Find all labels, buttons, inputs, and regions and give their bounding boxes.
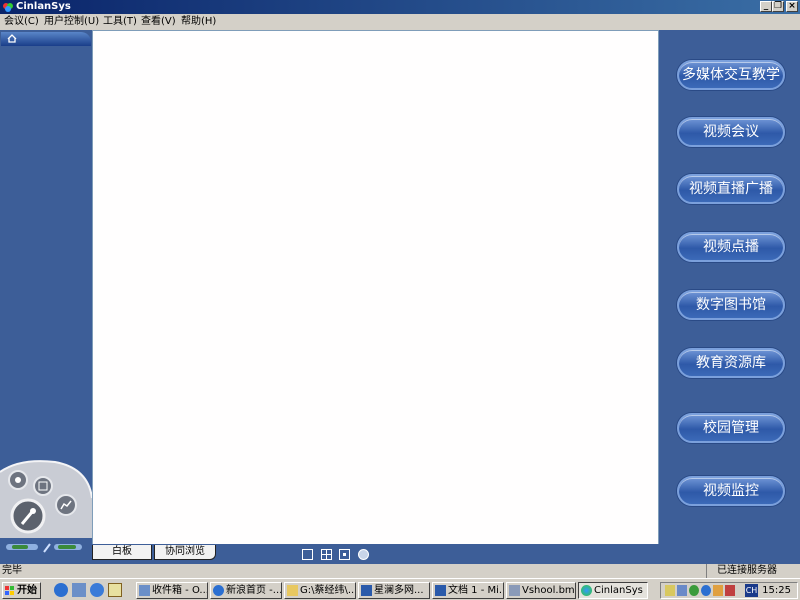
menu-meeting[interactable]: 会议(C) [4,15,39,29]
module-button-digital-library[interactable]: 数字图书馆 [677,290,785,320]
view-mode-group [302,549,373,562]
quad-view-icon[interactable] [320,549,332,560]
module-button-multimedia-teaching[interactable]: 多媒体交互教学 [677,60,785,90]
restore-button[interactable]: ❐ [772,1,784,12]
word-icon [361,585,372,596]
module-button-video-conference[interactable]: 视频会议 [677,117,785,147]
start-button[interactable]: 开始 [2,582,41,599]
module-button-education-resources[interactable]: 教育资源库 [677,348,785,378]
module-panel: 多媒体交互教学 视频会议 视频直播广播 视频点播 数字图书馆 教育资源库 校园管… [659,30,800,564]
menu-user-control[interactable]: 用户控制(U) [44,15,99,29]
messenger-icon[interactable] [689,585,699,596]
chart-icon[interactable] [55,494,77,516]
grid-icon[interactable] [33,476,53,496]
menu-bar: 会议(C) 用户控制(U) 工具(T) 查看(V) 帮助(H) [0,14,800,30]
antivirus-icon[interactable] [713,585,723,596]
module-button-video-surveillance[interactable]: 视频监控 [677,476,785,506]
info-icon[interactable] [90,583,104,597]
module-button-campus-management[interactable]: 校园管理 [677,413,785,443]
menu-tools[interactable]: 工具(T) [103,15,137,29]
camera-icon[interactable] [8,470,28,490]
system-tray: CH 15:25 [660,582,798,599]
image-icon [509,585,520,596]
menu-help[interactable]: 帮助(H) [181,15,216,29]
ie-icon[interactable] [54,583,68,597]
browser-icon [213,585,224,596]
tab-whiteboard[interactable]: 白板 [92,545,152,560]
clock[interactable]: 15:25 [762,583,791,598]
task-document[interactable]: 文档 1 - Mi... [432,582,504,599]
app-icon [3,3,13,12]
volume-icon[interactable] [677,585,687,596]
whiteboard-canvas[interactable] [92,30,659,545]
outlook-icon[interactable] [72,583,86,597]
task-cinlansys[interactable]: CinlanSys [578,582,648,599]
windows-logo-icon [5,586,14,595]
title-bar[interactable]: CinlanSys _ ❐ × [0,0,800,14]
folder-icon [287,585,298,596]
home-icon [7,34,17,43]
single-view-icon[interactable] [302,549,313,560]
speaker-volume-icon[interactable] [6,544,38,550]
tab-co-browse[interactable]: 协同浏览 [154,545,216,560]
module-button-live-broadcast[interactable]: 视频直播广播 [677,174,785,204]
module-button-video-on-demand[interactable]: 视频点播 [677,232,785,262]
microphone-icon[interactable] [10,498,46,534]
left-panel [0,30,92,564]
taskbar: 开始 收件箱 - O... 新浪首页 -... G:\蔡经纬\... 星澜多网.… [0,578,800,600]
network-icon[interactable] [665,585,675,596]
status-bar: 完毕 已连接服务器 [0,564,800,578]
app-icon [581,585,592,596]
fit-view-icon[interactable] [339,549,350,560]
tray-app-icon[interactable] [725,585,735,596]
close-button[interactable]: × [786,1,798,12]
navigate-icon[interactable] [357,549,369,560]
task-vshool-bmp[interactable]: Vshool.bmp... [506,582,576,599]
menu-view[interactable]: 查看(V) [141,15,176,29]
control-wheel[interactable] [0,458,92,564]
minimize-button[interactable]: _ [760,1,772,12]
task-folder[interactable]: G:\蔡经纬\... [284,582,356,599]
status-text: 完毕 [2,565,22,576]
word-icon [435,585,446,596]
update-icon[interactable] [701,585,711,596]
window-title: CinlanSys [16,1,71,12]
bottom-toolbar: 白板 协同浏览 [92,544,659,564]
task-sina[interactable]: 新浪首页 -... [210,582,282,599]
start-label: 开始 [17,585,37,596]
language-indicator[interactable]: CH [745,584,758,597]
connection-status: 已连接服务器 [706,564,800,578]
home-tab[interactable] [1,32,91,46]
mail-icon [139,585,150,596]
task-inbox[interactable]: 收件箱 - O... [136,582,208,599]
notepad-icon[interactable] [108,583,122,597]
task-xinglan[interactable]: 星澜多网... [358,582,430,599]
